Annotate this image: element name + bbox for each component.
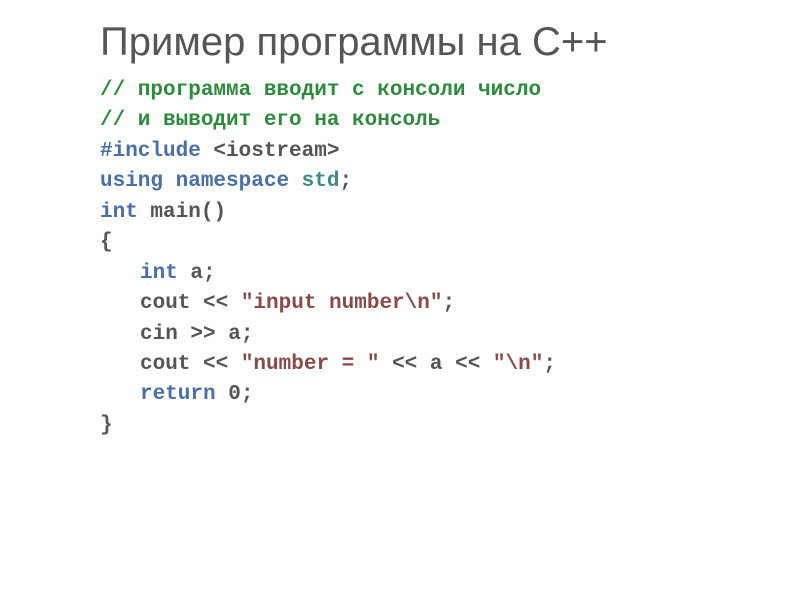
- var-a: a: [190, 262, 203, 285]
- code-line-return: return 0;: [100, 380, 720, 410]
- code-line-lbrace: {: [100, 228, 720, 258]
- lshift-op: <<: [392, 353, 430, 376]
- semicolon: ;: [203, 262, 216, 285]
- semicolon: ;: [543, 353, 556, 376]
- cin-ident: cin: [140, 323, 190, 346]
- parens: (): [201, 201, 226, 224]
- code-line-comment1: // программа вводит с консоли число: [100, 76, 720, 106]
- lshift-op: <<: [203, 353, 241, 376]
- lshift-op: <<: [455, 353, 493, 376]
- code-line-comment2: // и выводит его на консоль: [100, 106, 720, 136]
- slide-content: Пример программы на С++ // программа вво…: [0, 0, 800, 461]
- lshift-op: <<: [203, 292, 241, 315]
- rbrace: }: [100, 414, 113, 437]
- code-line-decl: int a;: [100, 259, 720, 289]
- var-a: a: [228, 323, 241, 346]
- semicolon: ;: [442, 292, 455, 315]
- namespace-kw: namespace: [176, 170, 302, 193]
- slide-title: Пример программы на С++: [100, 20, 720, 64]
- cout-ident: cout: [140, 353, 203, 376]
- lbrace: {: [100, 231, 113, 254]
- zero-literal: 0: [228, 383, 241, 406]
- code-block: // программа вводит с консоли число // и…: [100, 76, 720, 441]
- include-directive: #include: [100, 140, 213, 163]
- code-line-main: int main(): [100, 198, 720, 228]
- std-ident: std: [302, 170, 340, 193]
- using-kw: using: [100, 170, 176, 193]
- string-nl: "\n": [493, 353, 543, 376]
- int-kw: int: [140, 262, 190, 285]
- rshift-op: >>: [190, 323, 228, 346]
- main-ident: main: [150, 201, 200, 224]
- include-header: <iostream>: [213, 140, 339, 163]
- semicolon: ;: [241, 323, 254, 346]
- code-line-cout1: cout << "input number\n";: [100, 289, 720, 319]
- semicolon: ;: [241, 383, 254, 406]
- code-line-include: #include <iostream>: [100, 137, 720, 167]
- return-kw: return: [140, 383, 228, 406]
- code-line-cout2: cout << "number = " << a << "\n";: [100, 350, 720, 380]
- code-line-rbrace: }: [100, 411, 720, 441]
- string-input: "input number\n": [241, 292, 443, 315]
- comment-text: // программа вводит с консоли число: [100, 79, 541, 102]
- string-number: "number = ": [241, 353, 392, 376]
- cout-ident: cout: [140, 292, 203, 315]
- code-line-using: using namespace std;: [100, 167, 720, 197]
- comment-text: // и выводит его на консоль: [100, 109, 440, 132]
- var-a: a: [430, 353, 455, 376]
- int-kw: int: [100, 201, 150, 224]
- semicolon: ;: [339, 170, 352, 193]
- code-line-cin: cin >> a;: [100, 320, 720, 350]
